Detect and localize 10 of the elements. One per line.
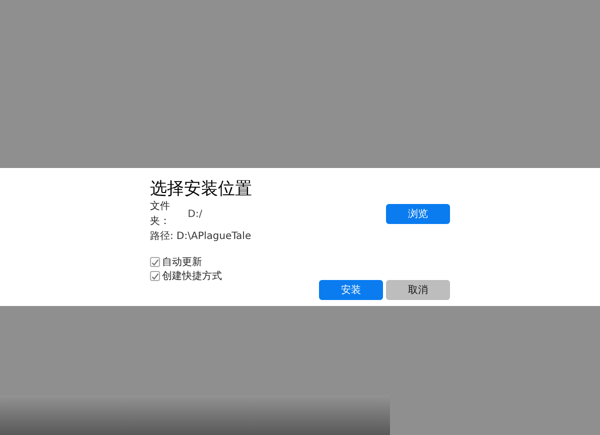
checkbox[interactable]: [150, 271, 160, 281]
dialog-title: 选择安装位置: [150, 178, 253, 200]
browse-button[interactable]: 浏览: [386, 204, 450, 224]
folder-label: 文件夹：: [150, 200, 171, 229]
checkbox-label: 自动更新: [162, 256, 202, 270]
cancel-button[interactable]: 取消: [386, 280, 450, 300]
path-text: 路径: D:\APlagueTale: [150, 230, 252, 244]
checkbox[interactable]: [150, 257, 160, 267]
checkbox-label: 创建快捷方式: [162, 270, 222, 284]
install-button[interactable]: 安装: [319, 280, 383, 300]
